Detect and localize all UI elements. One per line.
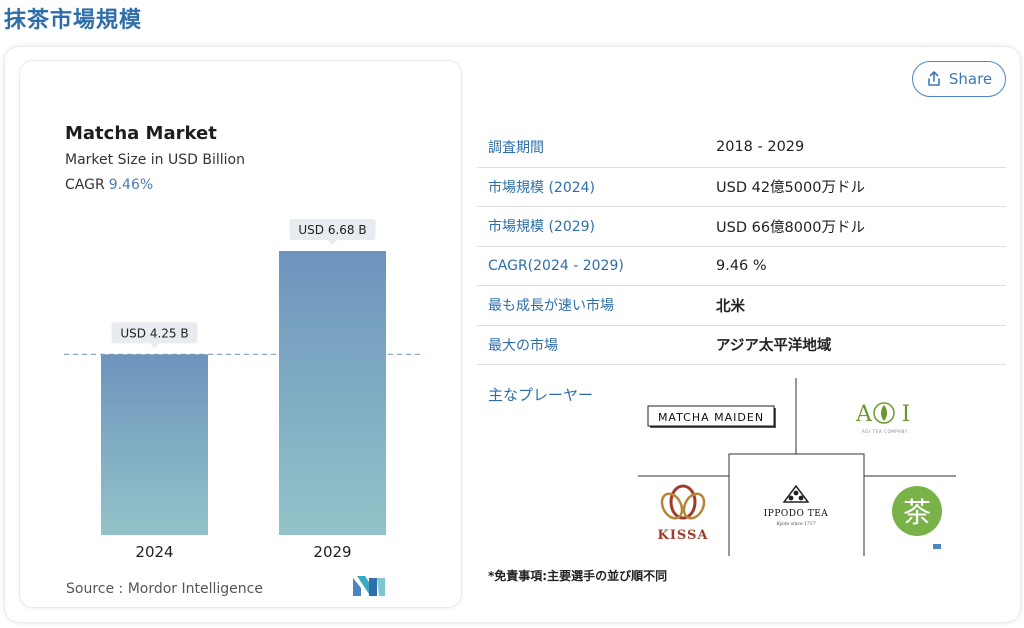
ippodo-tagline: Kyoto since 1717	[776, 521, 816, 527]
row-value: USD 42億5000万ドル	[716, 180, 865, 197]
table-row: 最も成長が速い市場 北米	[477, 286, 1006, 326]
bar-2024	[101, 354, 208, 535]
svg-text:USD 6.68 B: USD 6.68 B	[298, 223, 366, 237]
data-label-2029: USD 6.68 B	[289, 219, 376, 245]
row-value: 9.46 %	[716, 257, 767, 274]
table-row: CAGR(2024 - 2029) 9.46 %	[477, 247, 1006, 286]
chart-source: Source : Mordor Intelligence	[66, 581, 263, 597]
row-label: 市場規模 (2029)	[488, 219, 596, 236]
share-icon	[928, 71, 940, 86]
row-value: 北米	[716, 298, 745, 315]
table-row: 最大の市場 アジア太平洋地域	[477, 326, 1006, 365]
mordor-logo-icon	[353, 576, 385, 596]
ippodo-text: IPPODO TEA	[764, 509, 829, 519]
table-row: 市場規模 (2029) USD 66億8000万ドル	[477, 207, 1006, 247]
ippodo-tea-logo: IPPODO TEA Kyoto since 1717	[764, 484, 829, 527]
aoi-letter-a: A	[855, 402, 873, 427]
mordor-mark-icon	[933, 544, 941, 549]
row-label: CAGR(2024 - 2029)	[488, 257, 624, 274]
row-value: アジア太平洋地域	[716, 338, 832, 355]
matcha-maiden-logo: MATCHA MAIDEN	[647, 405, 776, 428]
ippodo-emblem-icon	[782, 484, 810, 503]
aoi-tagline: AOI TEA COMPANY	[862, 429, 908, 434]
page-title: 抹茶市場規模	[4, 8, 143, 33]
cagr-value: 9.46%	[108, 177, 154, 193]
aoi-tea-logo: A I AOI TEA COMPANY	[855, 402, 910, 434]
kissa-logo: KISSA	[658, 484, 709, 543]
table-row: 調査期間 2018 - 2029	[477, 128, 1006, 168]
kissa-text: KISSA	[658, 528, 709, 543]
row-label: 最も成長が速い市場	[488, 298, 614, 315]
cha-text: 茶	[903, 496, 931, 529]
svg-text:USD 4.25 B: USD 4.25 B	[120, 326, 188, 340]
row-value: USD 66億8000万ドル	[716, 219, 865, 236]
key-players-logos: MATCHA MAIDEN A I AOI TEA COMPANY KISSA …	[638, 378, 956, 556]
key-players-label: 主なプレーヤー	[488, 386, 594, 404]
aoi-letter-i: I	[902, 402, 911, 427]
chart-title: Matcha Market	[65, 123, 217, 144]
disclaimer: *免責事項:主要選手の並び順不同	[488, 569, 668, 583]
leaf-icon	[881, 405, 887, 421]
cha-logo: 茶	[892, 486, 942, 549]
x-tick-label: 2029	[313, 543, 351, 561]
row-value: 2018 - 2029	[716, 139, 805, 156]
row-label: 調査期間	[488, 140, 544, 157]
lotus-icon	[660, 484, 706, 520]
table-row: 市場規模 (2024) USD 42億5000万ドル	[477, 168, 1006, 207]
row-label: 最大の市場	[488, 337, 558, 354]
data-label-2024: USD 4.25 B	[111, 322, 198, 349]
matcha-maiden-text: MATCHA MAIDEN	[658, 411, 764, 424]
share-button[interactable]: Share	[912, 61, 1006, 97]
market-info-table: 調査期間 2018 - 2029 市場規模 (2024) USD 42億5000…	[477, 128, 1006, 365]
bar-2029	[279, 251, 386, 535]
cagr-label: CAGR	[65, 177, 105, 193]
row-label: 市場規模 (2024)	[488, 179, 596, 196]
chart-card: USD 4.25 B 2024 USD 6.68 B 2029 Matcha Mark…	[19, 60, 462, 608]
x-tick-label: 2024	[135, 543, 173, 561]
chart-subtitle: Market Size in USD Billion	[65, 152, 245, 168]
chart-cagr: CAGR 9.46%	[65, 177, 153, 193]
share-label: Share	[948, 70, 993, 88]
